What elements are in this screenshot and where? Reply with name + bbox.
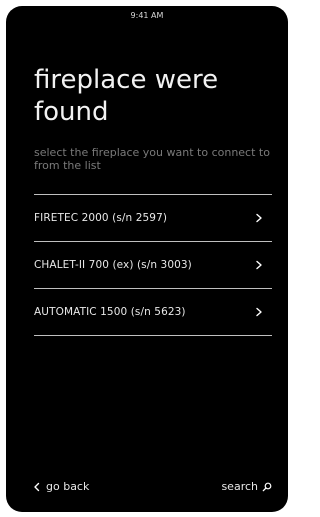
fireplace-item-label: AUTOMATIC 1500 (s/n 5623) <box>34 306 186 318</box>
fireplace-item-chalet-ii-700[interactable]: CHALET-II 700 (ex) (s/n 3003) <box>34 242 272 289</box>
go-back-button[interactable]: go back <box>32 480 89 493</box>
fireplace-item-label: CHALET-II 700 (ex) (s/n 3003) <box>34 259 192 271</box>
phone-screen: 9:41 AM fireplace were found select the … <box>6 6 288 512</box>
search-icon <box>262 482 272 492</box>
chevron-left-icon <box>32 482 42 492</box>
page-subtitle: select the fireplace you want to connect… <box>34 146 270 172</box>
fireplace-item-label: FIRETEC 2000 (s/n 2597) <box>34 212 168 224</box>
page-title: fireplace were found <box>34 65 219 127</box>
fireplace-list: FIRETEC 2000 (s/n 2597) CHALET-II 700 (e… <box>34 194 272 336</box>
chevron-right-icon <box>254 213 264 223</box>
go-back-label: go back <box>46 480 90 493</box>
fireplace-item-automatic-1500[interactable]: AUTOMATIC 1500 (s/n 5623) <box>34 289 272 336</box>
search-label: search <box>221 480 258 493</box>
status-bar-time: 9:41 AM <box>130 11 164 20</box>
chevron-right-icon <box>254 260 264 270</box>
search-button[interactable]: search <box>221 480 272 493</box>
fireplace-item-firetec-2000[interactable]: FIRETEC 2000 (s/n 2597) <box>34 195 272 242</box>
footer-bar: go back search <box>32 480 272 496</box>
chevron-right-icon <box>254 307 264 317</box>
